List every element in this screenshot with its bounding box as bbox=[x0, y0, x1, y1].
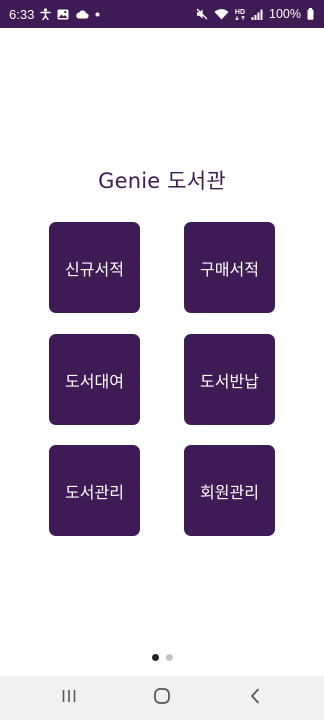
status-time: 6:33 bbox=[9, 6, 35, 22]
app-title: Genie 도서관 bbox=[98, 169, 226, 193]
status-bar: 6:33 HD 100% bbox=[0, 0, 324, 28]
member-management-button[interactable]: 회원관리 bbox=[184, 445, 275, 536]
hd-icon: HD bbox=[235, 9, 245, 20]
new-books-button[interactable]: 신규서적 bbox=[49, 222, 140, 313]
book-rental-label: 도서대여 bbox=[65, 371, 124, 391]
purchased-books-button[interactable]: 구매서적 bbox=[184, 222, 275, 313]
status-bar-left: 6:33 bbox=[9, 7, 100, 22]
recent-apps-button[interactable] bbox=[47, 678, 91, 718]
book-management-label: 도서관리 bbox=[65, 482, 124, 502]
wifi-icon bbox=[214, 8, 229, 20]
home-button[interactable] bbox=[140, 678, 184, 718]
accessibility-icon bbox=[40, 8, 52, 20]
recent-apps-icon bbox=[61, 688, 77, 708]
page-dot-2[interactable] bbox=[165, 654, 173, 661]
page-indicator bbox=[0, 654, 324, 661]
signal-icon bbox=[251, 9, 263, 20]
cloud-icon bbox=[75, 9, 89, 19]
status-bar-right: HD 100% bbox=[196, 7, 314, 21]
back-button[interactable] bbox=[233, 678, 277, 718]
book-rental-button[interactable]: 도서대여 bbox=[49, 334, 140, 425]
menu-grid: 신규서적 구매서적 도서대여 도서반납 도서관리 회원관리 bbox=[49, 222, 275, 536]
book-management-button[interactable]: 도서관리 bbox=[49, 445, 140, 536]
hd-label: HD bbox=[234, 8, 246, 16]
home-icon bbox=[153, 687, 171, 709]
mute-icon bbox=[196, 8, 208, 20]
book-return-button[interactable]: 도서반납 bbox=[184, 334, 275, 425]
new-books-label: 신규서적 bbox=[65, 259, 124, 279]
back-icon bbox=[249, 688, 261, 708]
page-dot-1[interactable] bbox=[151, 654, 159, 661]
gallery-icon bbox=[57, 9, 69, 20]
system-nav-bar bbox=[0, 676, 324, 720]
purchased-books-label: 구매서적 bbox=[200, 259, 259, 279]
battery-icon bbox=[307, 8, 314, 20]
battery-level: 100% bbox=[269, 7, 301, 21]
dot-icon bbox=[95, 12, 100, 17]
member-management-label: 회원관리 bbox=[200, 482, 259, 502]
app-screen: 6:33 HD 100% Genie 도서관 신규서적 구매서적 도서대여 도서… bbox=[0, 0, 324, 720]
book-return-label: 도서반납 bbox=[200, 371, 259, 391]
